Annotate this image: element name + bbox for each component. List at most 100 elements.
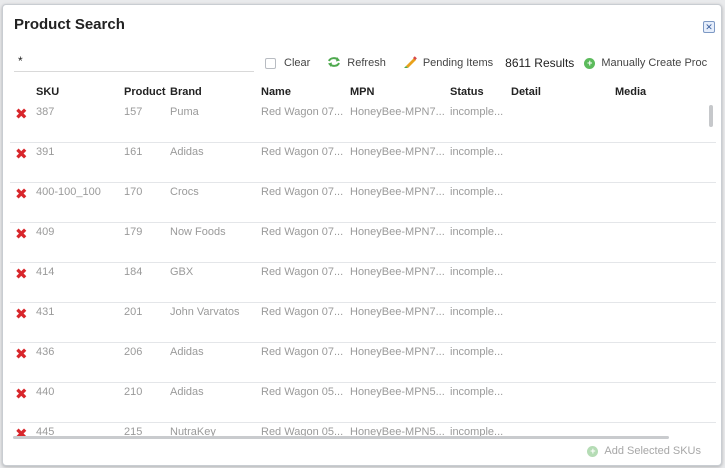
cell-sku: 387 [36,106,55,118]
cell-sku: 400-100_100 [36,186,101,198]
header-name[interactable]: Name [261,86,291,98]
cell-status: incomple... [450,346,504,358]
delete-x-icon[interactable]: ✖ [15,307,28,322]
header-mpn[interactable]: MPN [350,86,374,98]
delete-x-icon[interactable]: ✖ [15,187,28,202]
delete-x-icon[interactable]: ✖ [15,347,28,362]
table-row[interactable]: ✖ 440 210 Adidas Red Wagon 05... HoneyBee-MPN… [10,383,716,423]
cell-brand: Crocs [170,186,199,198]
cell-sku: 445 [36,426,55,436]
table-row[interactable]: ✖ 409 179 Now Foods Red Wagon 07... HoneyBee-… [10,223,716,263]
cell-brand: Adidas [170,346,204,358]
cell-brand: NutraKey [170,426,216,436]
header-media[interactable]: Media [615,86,646,98]
cell-mpn: HoneyBee-MPN7... [350,346,445,358]
cell-product: 179 [124,226,143,238]
table-row[interactable]: ✖ 387 157 Puma Red Wagon 07... HoneyBee-MPN7.… [10,103,716,143]
delete-x-icon[interactable]: ✖ [15,427,28,436]
header-status[interactable]: Status [450,86,484,98]
header-detail[interactable]: Detail [511,86,541,98]
cell-name: Red Wagon 07... [261,306,344,318]
cell-product: 170 [124,186,143,198]
cell-product: 157 [124,106,143,118]
delete-x-icon[interactable]: ✖ [15,387,28,402]
pending-items-label: Pending Items [422,57,494,69]
cell-name: Red Wagon 07... [261,266,344,278]
cell-status: incomple... [450,386,504,398]
table-row[interactable]: ✖ 400-100_100 170 Crocs Red Wagon 07... Honey… [10,183,716,223]
cell-mpn: HoneyBee-MPN7... [350,106,445,118]
table-row[interactable]: ✖ 391 161 Adidas Red Wagon 07... HoneyBee-MPN… [10,143,716,183]
header-product[interactable]: Product [124,86,166,98]
cell-mpn: HoneyBee-MPN7... [350,266,445,278]
manually-create-label: Manually Create Proc [601,57,708,69]
plus-circle-icon: + [587,445,599,457]
cell-sku: 409 [36,226,55,238]
horizontal-scrollbar[interactable] [13,436,669,439]
clear-label: Clear [284,57,311,69]
header-sku[interactable]: SKU [36,86,59,98]
cell-name: Red Wagon 07... [261,106,344,118]
cell-name: Red Wagon 05... [261,426,344,436]
close-icon: ✕ [705,22,713,32]
results-grid: ✖ 387 157 Puma Red Wagon 07... HoneyBee-MPN7.… [10,103,716,436]
cell-status: incomple... [450,266,504,278]
refresh-label: Refresh [347,57,386,69]
cell-status: incomple... [450,426,504,436]
header-brand[interactable]: Brand [170,86,202,98]
table-row[interactable]: ✖ 436 206 Adidas Red Wagon 07... HoneyBee-MPN… [10,343,716,383]
toolbar: Clear Refresh Pending Items 8611 Results… [265,54,707,72]
delete-x-icon[interactable]: ✖ [15,107,28,122]
delete-x-icon[interactable]: ✖ [15,227,28,242]
cell-brand: John Varvatos [170,306,240,318]
cell-product: 215 [124,426,143,436]
cell-product: 206 [124,346,143,358]
table-header: SKU Product Brand Name MPN Status Detail… [14,86,714,100]
product-search-dialog: Product Search ✕ Clear Refresh [2,4,722,466]
table-row[interactable]: ✖ 445 215 NutraKey Red Wagon 05... HoneyBee-M… [10,423,716,436]
refresh-button[interactable]: Refresh [327,56,386,71]
scrollbar-thumb[interactable] [709,105,713,127]
cell-brand: Adidas [170,386,204,398]
cell-status: incomple... [450,146,504,158]
cell-status: incomple... [450,226,504,238]
cell-name: Red Wagon 07... [261,186,344,198]
cell-mpn: HoneyBee-MPN7... [350,186,445,198]
vertical-scrollbar[interactable] [709,103,715,433]
pending-items-button[interactable]: Pending Items [403,55,494,71]
cell-sku: 414 [36,266,55,278]
cell-status: incomple... [450,306,504,318]
manually-create-button[interactable]: + Manually Create Proc [584,57,707,69]
delete-x-icon[interactable]: ✖ [15,267,28,282]
cell-sku: 391 [36,146,55,158]
cell-sku: 436 [36,346,55,358]
cell-product: 161 [124,146,143,158]
cell-name: Red Wagon 05... [261,386,344,398]
cell-mpn: HoneyBee-MPN7... [350,146,445,158]
table-row[interactable]: ✖ 414 184 GBX Red Wagon 07... HoneyBee-MPN7..… [10,263,716,303]
search-input[interactable] [14,50,254,72]
dialog-title: Product Search [14,16,125,33]
add-selected-skus-label: Add Selected SKUs [604,445,701,457]
cell-brand: Puma [170,106,199,118]
add-selected-skus-button[interactable]: + Add Selected SKUs [587,445,701,457]
table-row[interactable]: ✖ 431 201 John Varvatos Red Wagon 07... Honey… [10,303,716,343]
results-count: 8611 Results [505,56,575,70]
cell-sku: 440 [36,386,55,398]
pencil-icon [403,55,417,71]
refresh-arrows-icon [327,56,341,71]
close-button[interactable]: ✕ [703,21,715,33]
cell-mpn: HoneyBee-MPN7... [350,306,445,318]
plus-circle-icon: + [584,57,596,69]
cell-name: Red Wagon 07... [261,146,344,158]
cell-brand: Now Foods [170,226,226,238]
cell-mpn: HoneyBee-MPN7... [350,226,445,238]
cell-status: incomple... [450,106,504,118]
cell-product: 184 [124,266,143,278]
delete-x-icon[interactable]: ✖ [15,147,28,162]
clear-button[interactable]: Clear [265,57,310,69]
cell-mpn: HoneyBee-MPN5... [350,426,445,436]
clear-checkbox[interactable] [265,57,276,69]
cell-sku: 431 [36,306,55,318]
cell-name: Red Wagon 07... [261,346,344,358]
